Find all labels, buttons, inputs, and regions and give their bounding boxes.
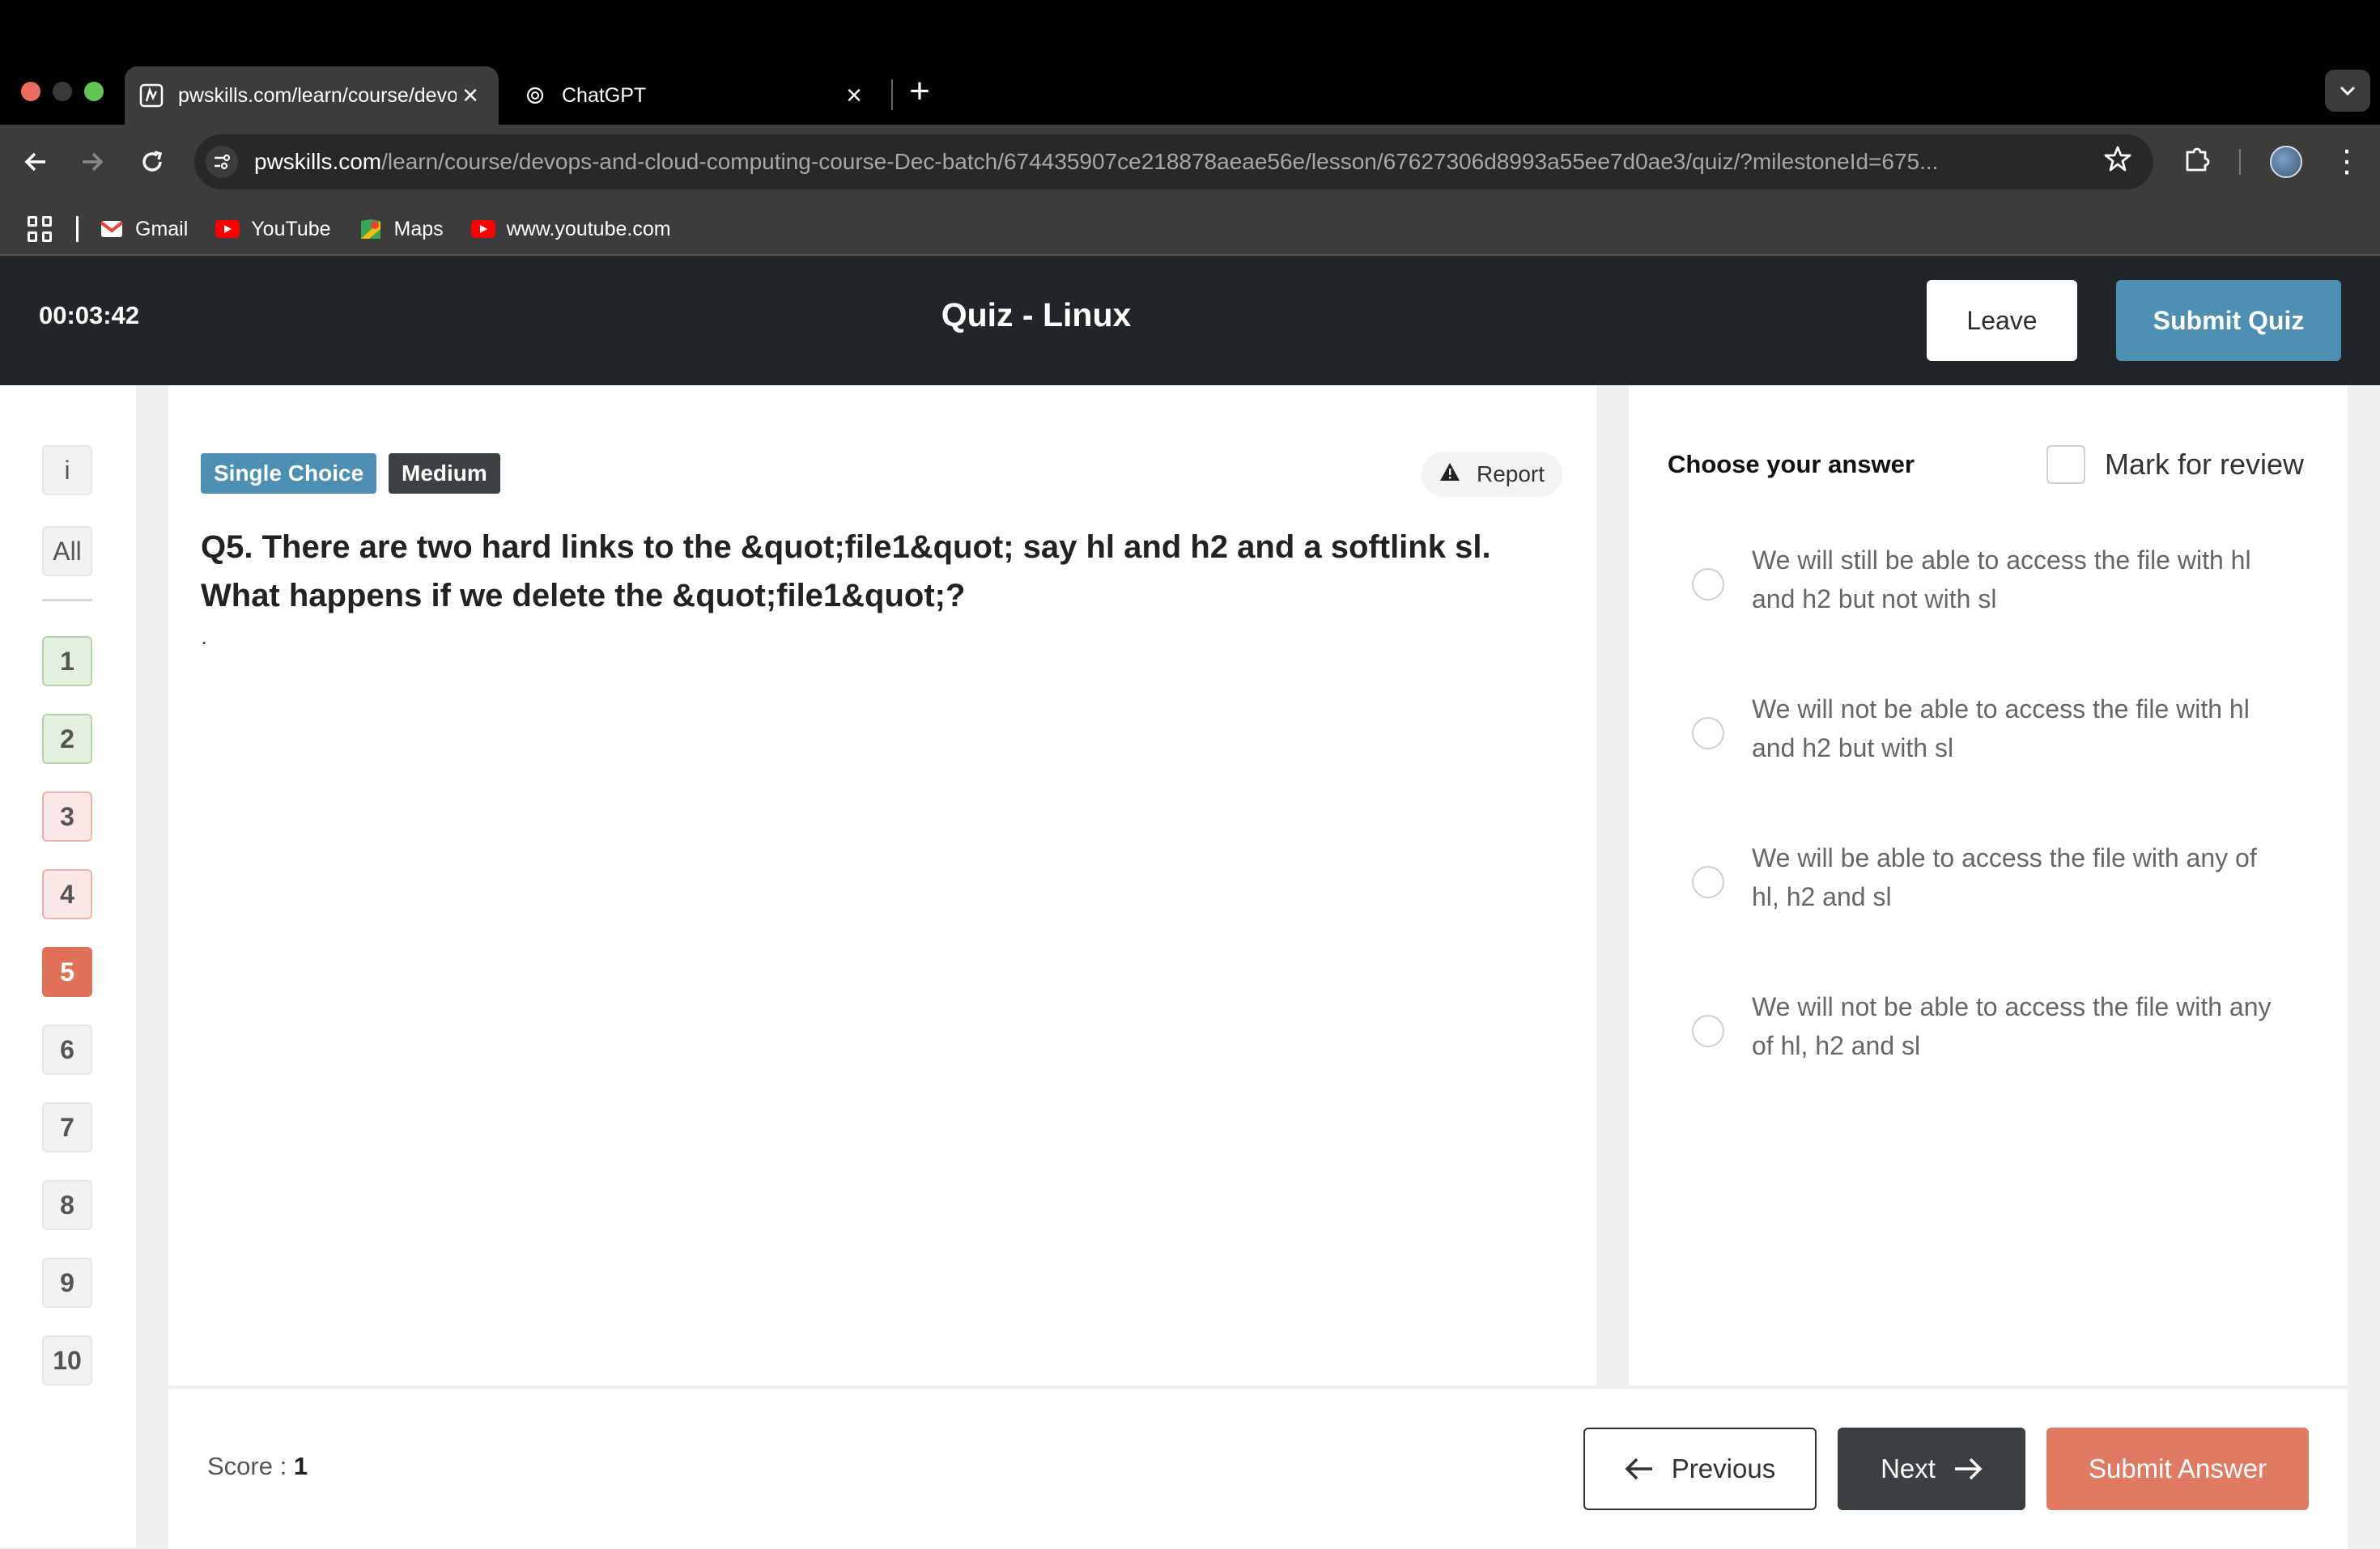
tab-title: ChatGPT	[562, 83, 647, 107]
next-label: Next	[1881, 1454, 1936, 1483]
answer-radio[interactable]	[1692, 1015, 1724, 1047]
address-bar[interactable]: pwskills.com/learn/course/devops-and-clo…	[194, 134, 2153, 189]
leave-button[interactable]: Leave	[1927, 280, 2077, 361]
browser-menu-icon[interactable]: ⋮	[2331, 144, 2362, 180]
submit-answer-label: Submit Answer	[2088, 1454, 2267, 1483]
tab-close-icon[interactable]: ×	[457, 80, 484, 112]
forward-arrow-icon[interactable]	[74, 144, 110, 180]
question-nav-10[interactable]: 10	[42, 1335, 92, 1386]
answer-radio[interactable]	[1692, 568, 1724, 601]
previous-label: Previous	[1671, 1454, 1776, 1483]
score-value: 1	[293, 1452, 308, 1480]
question-nav-3[interactable]: 3	[42, 791, 92, 842]
browser-tab-active[interactable]: pwskills.com/learn/course/devops-and-clo…	[125, 66, 499, 125]
report-label: Report	[1476, 461, 1545, 486]
gmail-icon	[100, 220, 124, 238]
question-nav-2[interactable]: 2	[42, 714, 92, 764]
tab-close-icon[interactable]: ×	[840, 80, 868, 112]
answer-option-3[interactable]: We will be able to access the file with …	[1692, 838, 2307, 916]
tab-divider	[891, 79, 893, 110]
bookmark-label: YouTube	[251, 217, 331, 240]
question-trailing-text: .	[201, 623, 208, 650]
url-host: pwskills.com	[254, 149, 382, 174]
bookmark-label: Gmail	[135, 217, 189, 240]
question-nav-9[interactable]: 9	[42, 1258, 92, 1308]
profile-avatar[interactable]	[2270, 146, 2302, 178]
info-button[interactable]: i	[42, 445, 92, 495]
reload-icon[interactable]	[134, 144, 170, 180]
bookmarks-divider	[76, 216, 79, 242]
new-tab-plus-icon[interactable]: +	[903, 71, 936, 112]
question-nav-8[interactable]: 8	[42, 1180, 92, 1230]
answer-radio[interactable]	[1692, 717, 1724, 749]
window-close-button[interactable]	[21, 82, 40, 101]
navigator-divider	[42, 599, 92, 601]
tab-search-chevron-icon[interactable]	[2325, 70, 2370, 112]
bookmark-youtube[interactable]: YouTube	[215, 217, 331, 241]
apps-grid-icon[interactable]	[28, 216, 53, 242]
answer-option-1[interactable]: We will still be able to access the file…	[1692, 541, 2307, 618]
page-title: Quiz - Linux	[941, 296, 1132, 333]
url-path: /learn/course/devops-and-cloud-computing…	[381, 149, 1939, 174]
report-button[interactable]: Report	[1422, 452, 1562, 497]
chatgpt-favicon-icon	[523, 83, 547, 108]
next-button[interactable]: Next	[1838, 1428, 2025, 1510]
mark-for-review-label: Mark for review	[2105, 448, 2305, 481]
bookmark-star-icon[interactable]	[2103, 144, 2132, 177]
bookmark-maps[interactable]: Maps	[359, 218, 444, 241]
answer-option-text: We will not be able to access the file w…	[1752, 992, 2272, 1060]
score-display: Score : 1	[207, 1452, 308, 1481]
tab-title: pwskills.com/learn/course/devops-and-clo…	[178, 83, 457, 107]
question-nav-4[interactable]: 4	[42, 869, 92, 919]
youtube-icon	[470, 220, 495, 238]
quiz-timer: 00:03:42	[39, 301, 140, 329]
mark-for-review[interactable]: Mark for review	[2046, 445, 2304, 484]
extensions-puzzle-icon[interactable]	[2182, 144, 2212, 177]
answer-option-text: We will still be able to access the file…	[1752, 545, 2251, 613]
choose-answer-heading: Choose your answer	[1668, 450, 1915, 478]
score-label: Score :	[207, 1452, 294, 1480]
window-minimize-button[interactable]	[53, 82, 72, 101]
maps-icon	[359, 219, 383, 239]
difficulty-badge: Medium	[389, 453, 500, 494]
question-nav-7[interactable]: 7	[42, 1102, 92, 1152]
answer-option-2[interactable]: We will not be able to access the file w…	[1692, 690, 2307, 767]
window-zoom-button[interactable]	[84, 82, 104, 101]
site-settings-icon[interactable]	[206, 146, 238, 178]
arrow-right-icon	[1953, 1457, 1983, 1481]
warning-triangle-icon	[1439, 461, 1460, 487]
bookmark-label: www.youtube.com	[506, 217, 671, 240]
bookmark-label: Maps	[393, 217, 444, 240]
all-questions-button[interactable]: All	[42, 526, 92, 576]
question-nav-6[interactable]: 6	[42, 1025, 92, 1075]
previous-button[interactable]: Previous	[1583, 1428, 1817, 1510]
browser-tab-chatgpt[interactable]: ChatGPT ×	[508, 66, 882, 125]
question-type-badge: Single Choice	[201, 453, 377, 494]
arrow-left-icon	[1625, 1457, 1654, 1481]
submit-answer-button[interactable]: Submit Answer	[2046, 1428, 2309, 1510]
mark-for-review-checkbox[interactable]	[2046, 445, 2085, 484]
bookmarks-bar: Gmail YouTube Maps www.youtube.com	[0, 204, 2380, 254]
bookmark-youtube-www[interactable]: www.youtube.com	[470, 217, 671, 241]
url-text: pwskills.com/learn/course/devops-and-clo…	[254, 149, 2084, 175]
question-nav-5[interactable]: 5	[42, 947, 92, 997]
answer-option-text: We will be able to access the file with …	[1752, 843, 2257, 911]
youtube-icon	[215, 220, 240, 238]
toolbar-divider	[2239, 149, 2241, 175]
answer-radio[interactable]	[1692, 866, 1724, 898]
answer-option-text: We will not be able to access the file w…	[1752, 694, 2250, 762]
pwskills-favicon-icon	[139, 83, 164, 108]
back-arrow-icon[interactable]	[18, 144, 53, 180]
submit-quiz-button[interactable]: Submit Quiz	[2116, 280, 2341, 361]
answer-option-4[interactable]: We will not be able to access the file w…	[1692, 987, 2307, 1065]
question-text: Q5. There are two hard links to the &quo…	[201, 529, 1491, 613]
bookmark-gmail[interactable]: Gmail	[100, 218, 188, 241]
question-nav-1[interactable]: 1	[42, 636, 92, 686]
